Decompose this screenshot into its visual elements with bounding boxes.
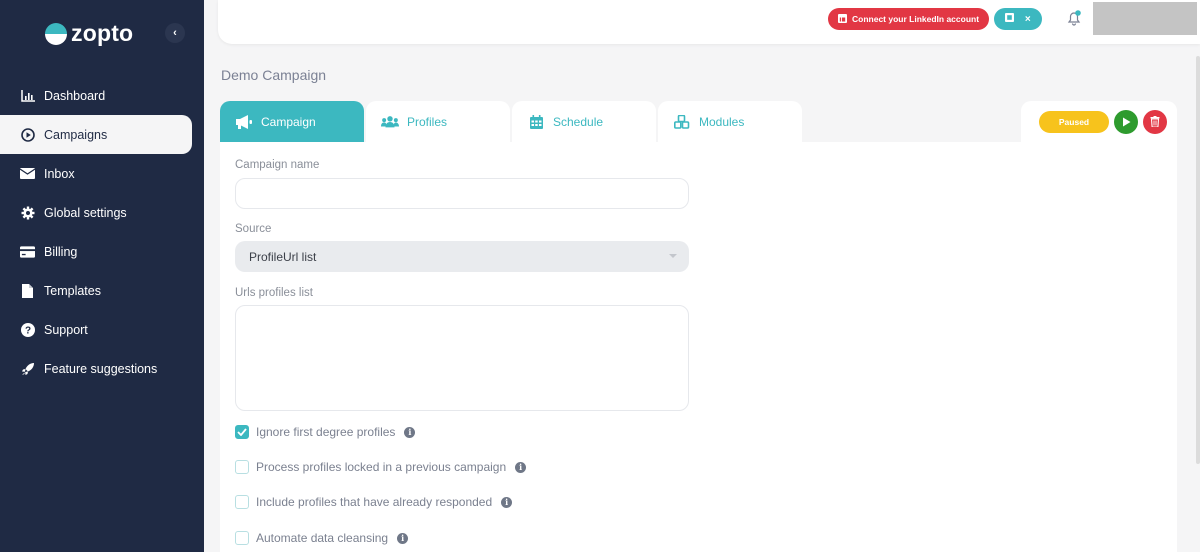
start-campaign-button[interactable] bbox=[1114, 109, 1138, 134]
connect-linkedin-button[interactable]: Connect your LinkedIn account bbox=[828, 8, 990, 30]
chart-bar-icon bbox=[20, 88, 35, 103]
ignore-first-degree-option: Ignore first degree profiles i bbox=[235, 425, 416, 439]
info-icon[interactable]: i bbox=[404, 426, 416, 438]
sidebar-item-global-settings[interactable]: Global settings bbox=[0, 193, 204, 232]
brand-name: zopto bbox=[71, 20, 134, 46]
checkbox-label: Process profiles locked in a previous ca… bbox=[256, 460, 507, 474]
sidebar-item-label: Inbox bbox=[44, 166, 75, 181]
tab-label: Schedule bbox=[553, 114, 604, 129]
connect-linkedin-label: Connect your LinkedIn account bbox=[852, 14, 980, 24]
close-icon[interactable]: × bbox=[1025, 14, 1031, 25]
checkbox-label: Ignore first degree profiles bbox=[256, 425, 396, 439]
status-badge[interactable]: Paused bbox=[1039, 110, 1109, 133]
credit-card-icon bbox=[20, 244, 35, 259]
collapse-sidebar-button[interactable]: ‹ bbox=[165, 23, 185, 43]
notifications-button[interactable] bbox=[1066, 10, 1082, 26]
rocket-icon bbox=[20, 361, 35, 376]
tab-schedule[interactable]: Schedule bbox=[512, 101, 656, 142]
sidebar-item-inbox[interactable]: Inbox bbox=[0, 154, 204, 193]
trash-icon bbox=[1150, 116, 1160, 127]
bell-icon bbox=[1067, 10, 1081, 26]
tab-profiles[interactable]: Profiles bbox=[366, 101, 510, 142]
info-icon[interactable]: i bbox=[501, 496, 513, 508]
campaign-tabs: Campaign Profiles Schedule Modules bbox=[220, 101, 803, 142]
calendar-icon bbox=[527, 114, 545, 129]
checkbox-label: Automate data cleansing bbox=[256, 531, 389, 545]
sidebar-item-support[interactable]: ? Support bbox=[0, 310, 204, 349]
play-icon bbox=[1123, 117, 1131, 126]
sidebar-item-campaigns[interactable]: Campaigns bbox=[0, 115, 192, 154]
campaign-form: Campaign name Source ProfileUrl list Url… bbox=[220, 142, 1177, 552]
info-icon[interactable]: i bbox=[397, 532, 409, 544]
data-cleansing-option: Automate data cleansing i bbox=[235, 531, 409, 545]
gear-icon bbox=[20, 205, 35, 220]
logo[interactable]: zopto bbox=[45, 20, 133, 47]
user-avatar[interactable] bbox=[1093, 2, 1197, 35]
sidebar-item-label: Templates bbox=[44, 283, 101, 298]
top-bar: Connect your LinkedIn account × bbox=[218, 0, 1200, 44]
ignore-first-degree-checkbox[interactable] bbox=[235, 425, 249, 439]
include-responded-checkbox[interactable] bbox=[235, 495, 249, 509]
sidebar-item-label: Global settings bbox=[44, 205, 127, 220]
delete-campaign-button[interactable] bbox=[1143, 109, 1167, 134]
campaign-actions: Paused bbox=[1021, 101, 1177, 142]
source-label: Source bbox=[235, 223, 272, 235]
sidebar-item-templates[interactable]: Templates bbox=[0, 271, 204, 310]
sidebar-item-label: Feature suggestions bbox=[44, 361, 158, 376]
info-icon[interactable]: i bbox=[515, 461, 527, 473]
urls-label: Urls profiles list bbox=[235, 287, 313, 299]
campaign-name-label: Campaign name bbox=[235, 159, 320, 171]
sidebar-item-label: Campaigns bbox=[44, 127, 108, 142]
tab-label: Profiles bbox=[407, 114, 448, 129]
sidebar-item-label: Support bbox=[44, 322, 88, 337]
question-circle-icon: ? bbox=[20, 322, 35, 337]
envelope-icon bbox=[20, 166, 35, 181]
play-circle-icon bbox=[20, 127, 35, 142]
extension-button[interactable]: × bbox=[994, 8, 1042, 30]
source-select[interactable]: ProfileUrl list bbox=[235, 241, 689, 272]
sidebar-item-label: Billing bbox=[44, 244, 78, 259]
users-icon bbox=[381, 115, 399, 129]
svg-text:?: ? bbox=[24, 325, 30, 336]
sidebar-item-feature-suggestions[interactable]: Feature suggestions bbox=[0, 349, 204, 388]
campaign-name-input[interactable] bbox=[235, 178, 689, 209]
sidebar: zopto ‹ Dashboard Campaigns Inbox Global… bbox=[0, 0, 204, 552]
process-locked-option: Process profiles locked in a previous ca… bbox=[235, 460, 527, 474]
checkbox-label: Include profiles that have already respo… bbox=[256, 495, 493, 509]
tab-label: Modules bbox=[699, 114, 745, 129]
tab-campaign[interactable]: Campaign bbox=[220, 101, 364, 142]
chevron-left-icon: ‹ bbox=[173, 27, 177, 39]
zopto-logo-icon bbox=[45, 22, 67, 45]
process-locked-checkbox[interactable] bbox=[235, 460, 249, 474]
sidebar-item-billing[interactable]: Billing bbox=[0, 232, 204, 271]
extension-icon[interactable] bbox=[1005, 13, 1015, 25]
check-icon bbox=[237, 428, 247, 436]
include-responded-option: Include profiles that have already respo… bbox=[235, 495, 513, 509]
tab-label: Campaign bbox=[261, 114, 316, 129]
megaphone-icon bbox=[235, 114, 253, 129]
linkedin-icon bbox=[838, 13, 847, 25]
page-title: Demo Campaign bbox=[221, 67, 327, 83]
page-scrollbar[interactable] bbox=[1196, 56, 1200, 464]
tab-modules[interactable]: Modules bbox=[658, 101, 802, 142]
source-value: ProfileUrl list bbox=[249, 249, 317, 264]
data-cleansing-checkbox[interactable] bbox=[235, 531, 249, 545]
chevron-down-icon bbox=[669, 254, 677, 258]
sidebar-item-label: Dashboard bbox=[44, 88, 106, 103]
cubes-icon bbox=[673, 114, 691, 129]
urls-textarea[interactable] bbox=[235, 305, 689, 411]
sidebar-item-dashboard[interactable]: Dashboard bbox=[0, 76, 204, 115]
sidebar-nav: Dashboard Campaigns Inbox Global setting… bbox=[0, 76, 204, 388]
file-icon bbox=[20, 283, 35, 298]
